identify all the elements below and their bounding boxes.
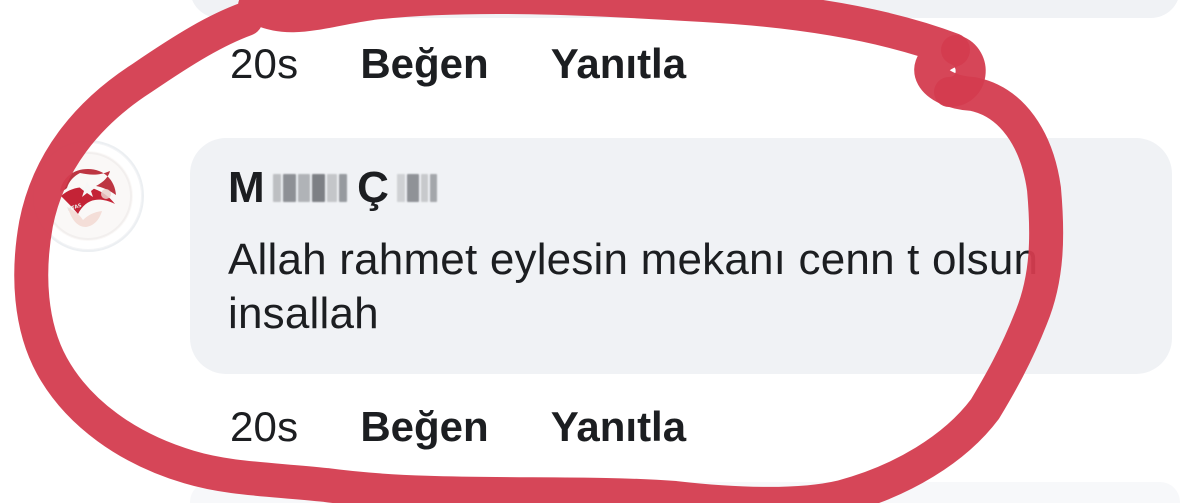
comment-actions: 20s Beğen Yanıtla — [230, 399, 686, 455]
next-comment-bubble-edge — [190, 482, 1180, 503]
comment-time: 20s — [230, 403, 299, 450]
author-name-redaction-2 — [397, 174, 439, 202]
comment-text: Allah rahmet eylesin mekanı cenn t olsun… — [228, 235, 1039, 338]
author-name-redaction-1 — [273, 174, 349, 202]
comment-author[interactable]: M Ç — [228, 162, 439, 214]
comment-bubble: M Ç Allah rahmet eylesin mekanı cenn t o… — [190, 138, 1172, 374]
emblem-avatar-icon: HTAS — [43, 151, 133, 241]
author-name-initial[interactable]: M — [228, 163, 265, 213]
author-name-surname-initial[interactable]: Ç — [357, 163, 389, 213]
previous-comment-actions: 20s Beğen Yanıtla — [230, 36, 686, 92]
like-link[interactable]: Beğen — [360, 403, 488, 451]
comment-thread-screenshot: 20s Beğen Yanıtla HTAS M Ç Allah rahmet … — [0, 0, 1200, 503]
avatar[interactable]: HTAS — [32, 140, 144, 252]
previous-comment-bubble-edge — [190, 0, 1180, 18]
previous-comment-time: 20s — [230, 40, 299, 87]
reply-link[interactable]: Yanıtla — [551, 403, 686, 451]
previous-like-link[interactable]: Beğen — [360, 40, 488, 88]
previous-reply-link[interactable]: Yanıtla — [551, 40, 686, 88]
